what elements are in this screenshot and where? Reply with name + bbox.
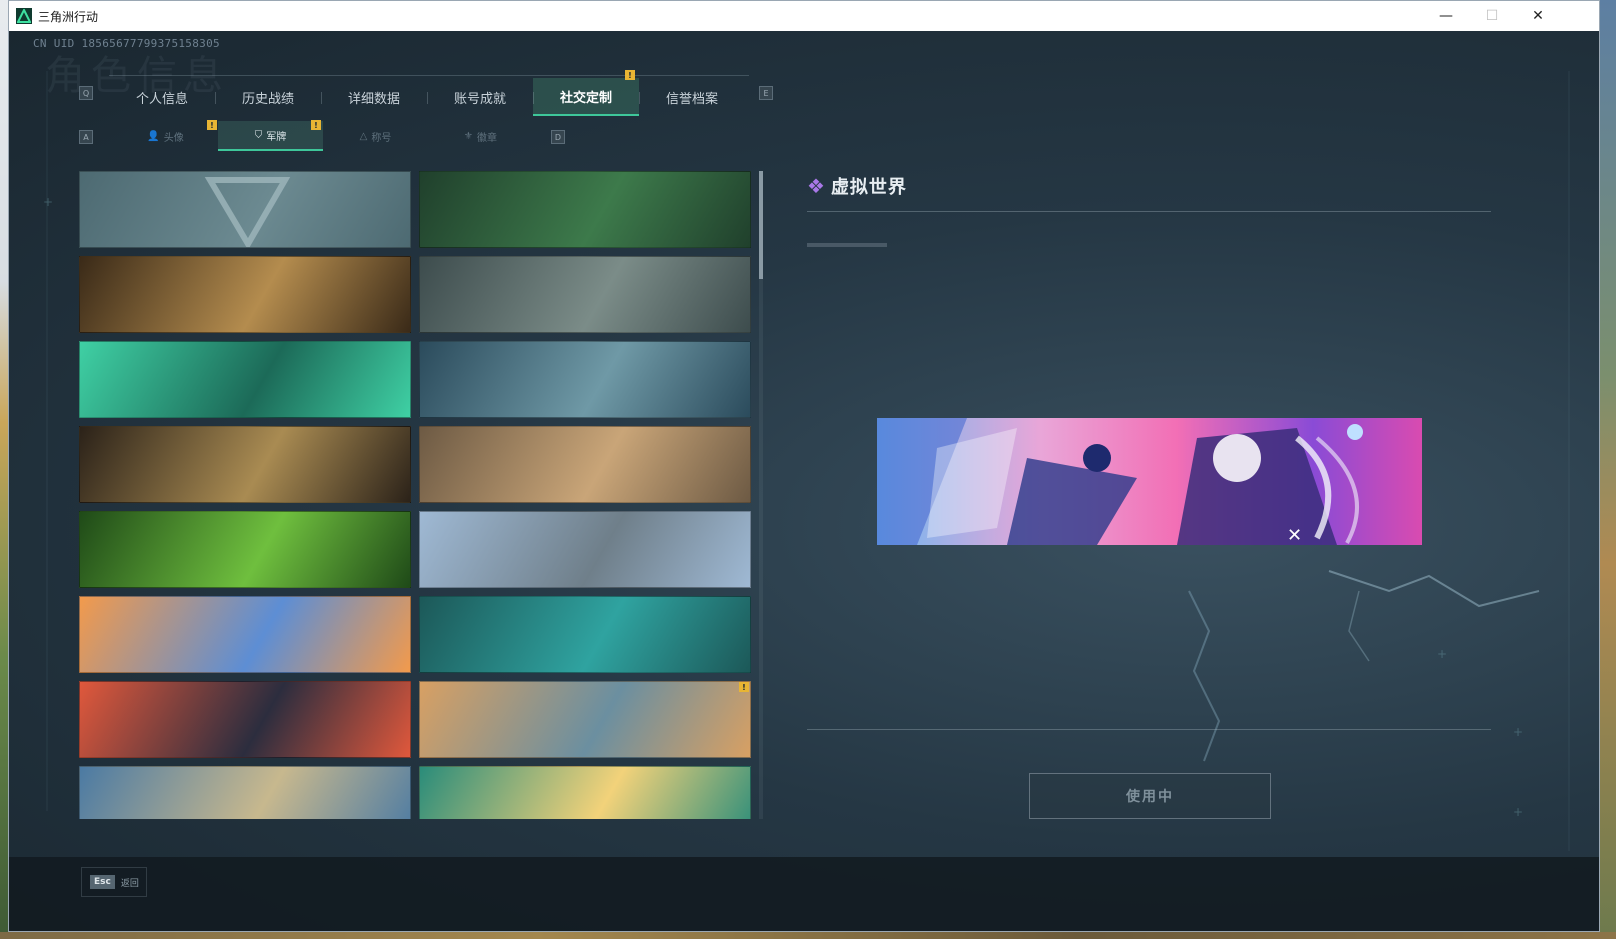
use-button[interactable]: 使用中: [1029, 773, 1271, 819]
dogtag-card-plane-crash-field[interactable]: [419, 426, 751, 503]
maximize-button[interactable]: ☐: [1469, 1, 1515, 31]
diamond-icon: ❖: [807, 174, 825, 198]
back-button[interactable]: Esc 返回: [81, 867, 147, 897]
crosshair-decor: +: [43, 195, 54, 209]
dogtag-card-tropical-villa[interactable]: [419, 766, 751, 819]
scrollbar-thumb[interactable]: [759, 171, 763, 279]
tab-personal-info[interactable]: 个人信息: [109, 78, 215, 116]
primary-tabs: 个人信息 历史战绩 详细数据 账号成就 社交定制 信誉档案: [109, 75, 749, 119]
preview-title-row: ❖ 虚拟世界: [807, 173, 907, 199]
subtab-badge[interactable]: ⚜ 徽章: [428, 121, 533, 151]
prev-tab-key[interactable]: Q: [79, 86, 93, 100]
subtab-label: 徽章: [476, 132, 497, 144]
window-title: 三角洲行动: [38, 9, 99, 24]
back-label: 返回: [120, 878, 139, 889]
dogtag-card-beach-pair[interactable]: [419, 681, 751, 758]
subtab-label: 头像: [163, 132, 184, 144]
tab-social-custom[interactable]: 社交定制: [533, 78, 639, 116]
subtab-label: 军牌: [266, 131, 287, 143]
dogtag-card-sniper-fog[interactable]: [419, 256, 751, 333]
dogtag-card-green-nightvision[interactable]: [79, 511, 411, 588]
bottom-bar: Esc 返回: [9, 857, 1599, 931]
divider: [807, 211, 1491, 212]
crosshair-decor: +: [1513, 725, 1524, 739]
esc-key: Esc: [90, 875, 115, 889]
placeholder-bar: [807, 243, 887, 247]
close-button[interactable]: ✕: [1515, 1, 1561, 31]
player-uid: CN UID 18565677799375158305: [33, 37, 220, 50]
subtab-title[interactable]: △ 称号: [323, 121, 428, 151]
tab-detailed-stats[interactable]: 详细数据: [321, 78, 427, 116]
dogtag-card-motorbike-girl[interactable]: [79, 766, 411, 819]
desktop-bottom-edge: [0, 932, 1616, 939]
triangle-icon: △: [359, 130, 368, 142]
sub-tabs: 👤 头像 ⛉ 军牌 △ 称号 ⚜ 徽章: [113, 121, 533, 151]
tab-match-history[interactable]: 历史战绩: [215, 78, 321, 116]
delta-logo-icon: [204, 177, 291, 247]
desktop-left-edge: [0, 0, 8, 939]
next-subtab-key[interactable]: D: [551, 130, 565, 144]
virtual-world-art: ✕: [877, 418, 1422, 545]
title-bar: 三角洲行动 — ☐ ✕: [9, 1, 1599, 31]
dogtag-card-green-cartoon[interactable]: [79, 341, 411, 418]
dogtag-grid: [79, 171, 752, 819]
subtab-avatar[interactable]: 👤 头像: [113, 121, 218, 151]
crosshair-decor: +: [1513, 805, 1524, 819]
person-icon: 👤: [147, 130, 160, 142]
next-tab-key[interactable]: E: [759, 86, 773, 100]
minimize-button[interactable]: —: [1423, 1, 1469, 31]
dogtag-card-default-logo[interactable]: [79, 171, 411, 248]
game-window: 三角洲行动 — ☐ ✕ + + + + 角色信息 CN UID 18565677…: [8, 0, 1600, 932]
dogtag-card-helicopter-map[interactable]: [419, 341, 751, 418]
notification-badge: !: [311, 120, 321, 130]
shield-icon: ⛉: [254, 129, 263, 141]
emblem-icon: ⚜: [464, 130, 473, 142]
subtab-label: 称号: [371, 132, 392, 144]
selected-dogtag-preview: ✕: [877, 418, 1422, 545]
notification-badge: !: [207, 120, 217, 130]
grid-scrollbar[interactable]: [759, 171, 763, 819]
dogtag-card-weapon-workbench[interactable]: [79, 426, 411, 503]
dogtag-card-rocket-launch[interactable]: [419, 511, 751, 588]
desktop-right-edge: [1600, 0, 1616, 939]
tab-credit-record[interactable]: 信誉档案: [639, 78, 745, 116]
notification-badge: !: [739, 682, 749, 692]
notification-badge: !: [625, 70, 635, 80]
svg-text:✕: ✕: [1287, 525, 1302, 545]
dogtag-card-gym-teal[interactable]: [419, 596, 751, 673]
tab-achievements[interactable]: 账号成就: [427, 78, 533, 116]
app-logo-icon: [16, 8, 32, 24]
dogtag-card-soldier-desert[interactable]: [79, 256, 411, 333]
prev-subtab-key[interactable]: A: [79, 130, 93, 144]
subtab-dogtag[interactable]: ⛉ 军牌: [218, 121, 323, 151]
dogtag-card-sunset-girl[interactable]: [79, 681, 411, 758]
divider: [807, 729, 1491, 730]
dogtag-card-orange-blue-art[interactable]: [79, 596, 411, 673]
dogtag-card-weapon-table-green[interactable]: [419, 171, 751, 248]
selected-dogtag-name: 虚拟世界: [830, 177, 907, 198]
game-viewport: + + + + 角色信息 CN UID 18565677799375158305…: [9, 31, 1599, 931]
